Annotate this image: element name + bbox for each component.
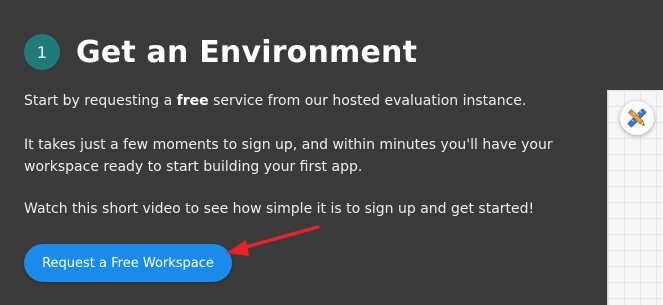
signup-paragraph: It takes just a few moments to sign up, … — [24, 137, 553, 175]
step-number-badge: 1 — [24, 34, 60, 70]
request-free-workspace-button[interactable]: Request a Free Workspace — [24, 244, 232, 282]
intro-text-start: Start by requesting a — [24, 93, 177, 109]
video-paragraph: Watch this short video to see how simple… — [24, 201, 535, 217]
pencil-ruler-icon — [627, 108, 647, 128]
main-panel: 1 Get an Environment Start by requesting… — [0, 0, 607, 305]
step-title: Get an Environment — [76, 34, 418, 70]
intro-text-end: service from our hosted evaluation insta… — [208, 93, 527, 109]
intro-text-bold: free — [176, 93, 209, 109]
step-header: 1 Get an Environment — [24, 34, 417, 70]
tool-button[interactable] — [620, 101, 654, 135]
intro-paragraph: Start by requesting a free service from … — [24, 90, 584, 112]
